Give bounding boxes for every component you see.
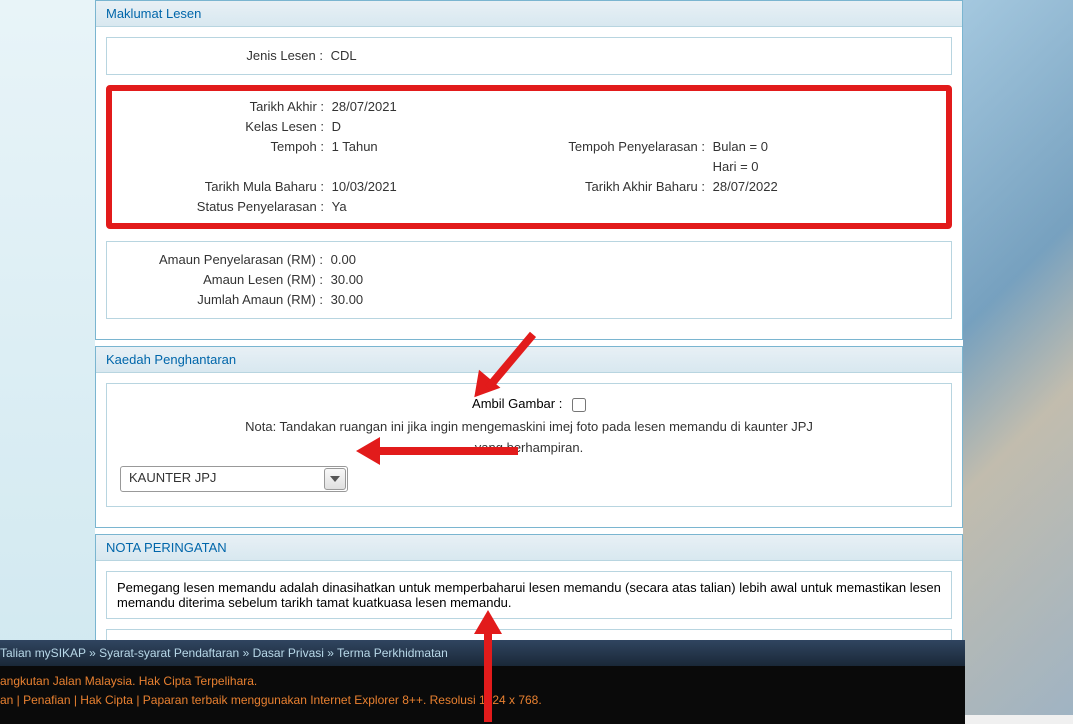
delivery-select[interactable]: KAUNTER JPJ <box>120 466 348 492</box>
panel-header-kaedah: Kaedah Penghantaran <box>96 347 962 373</box>
panel-maklumat-lesen: Maklumat Lesen Jenis Lesen : CDL Tarikh … <box>95 0 963 340</box>
amaun-penyelarasan-label: Amaun Penyelarasan (RM) : <box>117 252 327 267</box>
tempoh-penyelarasan-hari: Hari = 0 <box>713 159 759 174</box>
status-penyelarasan-value: Ya <box>332 199 347 214</box>
amaun-penyelarasan-value: 0.00 <box>331 252 356 267</box>
jenis-lesen-label: Jenis Lesen : <box>117 48 327 63</box>
jenis-lesen-value: CDL <box>331 48 357 63</box>
footer-line2: an | Penafian | Hak Cipta | Paparan terb… <box>0 691 965 710</box>
main-form-container: Maklumat Lesen Jenis Lesen : CDL Tarikh … <box>95 0 963 694</box>
tempoh-penyelarasan-label: Tempoh Penyelarasan : <box>529 139 709 154</box>
tarikh-akhir-label: Tarikh Akhir : <box>118 99 328 114</box>
nota-peringatan-text: Pemegang lesen memandu adalah dinasihatk… <box>106 571 952 619</box>
jumlah-amaun-value: 30.00 <box>331 292 364 307</box>
kelas-lesen-label: Kelas Lesen : <box>118 119 328 134</box>
tempoh-penyelarasan-value: Bulan = 0 <box>713 139 768 154</box>
delivery-select-wrap[interactable]: KAUNTER JPJ <box>120 466 348 492</box>
kelas-lesen-value: D <box>332 119 341 134</box>
tarikh-mula-baharu-value: 10/03/2021 <box>332 179 397 194</box>
amaun-box: Amaun Penyelarasan (RM) : 0.00 Amaun Les… <box>106 241 952 319</box>
panel-kaedah-penghantaran: Kaedah Penghantaran Ambil Gambar : Nota:… <box>95 346 963 528</box>
panel-header-nota: NOTA PERINGATAN <box>96 535 962 561</box>
tarikh-mula-baharu-label: Tarikh Mula Baharu : <box>118 179 328 194</box>
footer-links-bar: Talian mySIKAP » Syarat-syarat Pendaftar… <box>0 640 965 666</box>
highlight-license-details: Tarikh Akhir : 28/07/2021 Kelas Lesen : … <box>106 85 952 229</box>
footer-line1: angkutan Jalan Malaysia. Hak Cipta Terpe… <box>0 672 965 691</box>
nota-line2: yang berhampiran. <box>117 437 941 458</box>
ambil-gambar-label: Ambil Gambar : <box>472 396 562 411</box>
amaun-lesen-label: Amaun Lesen (RM) : <box>117 272 327 287</box>
tempoh-label: Tempoh : <box>118 139 328 154</box>
tarikh-akhir-value: 28/07/2021 <box>332 99 397 114</box>
footer-copyright: angkutan Jalan Malaysia. Hak Cipta Terpe… <box>0 666 965 724</box>
jenis-lesen-box: Jenis Lesen : CDL <box>106 37 952 75</box>
amaun-lesen-value: 30.00 <box>331 272 364 287</box>
nota-line1: Nota: Tandakan ruangan ini jika ingin me… <box>117 416 941 437</box>
tempoh-value: 1 Tahun <box>332 139 378 154</box>
tarikh-akhir-baharu-value: 28/07/2022 <box>713 179 778 194</box>
tarikh-akhir-baharu-label: Tarikh Akhir Baharu : <box>529 179 709 194</box>
ambil-gambar-checkbox[interactable] <box>572 398 586 412</box>
background-city-image <box>963 0 1073 715</box>
status-penyelarasan-label: Status Penyelarasan : <box>118 199 328 214</box>
panel-header-maklumat: Maklumat Lesen <box>96 1 962 27</box>
jumlah-amaun-label: Jumlah Amaun (RM) : <box>117 292 327 307</box>
footer-links-text[interactable]: Talian mySIKAP » Syarat-syarat Pendaftar… <box>0 646 448 660</box>
